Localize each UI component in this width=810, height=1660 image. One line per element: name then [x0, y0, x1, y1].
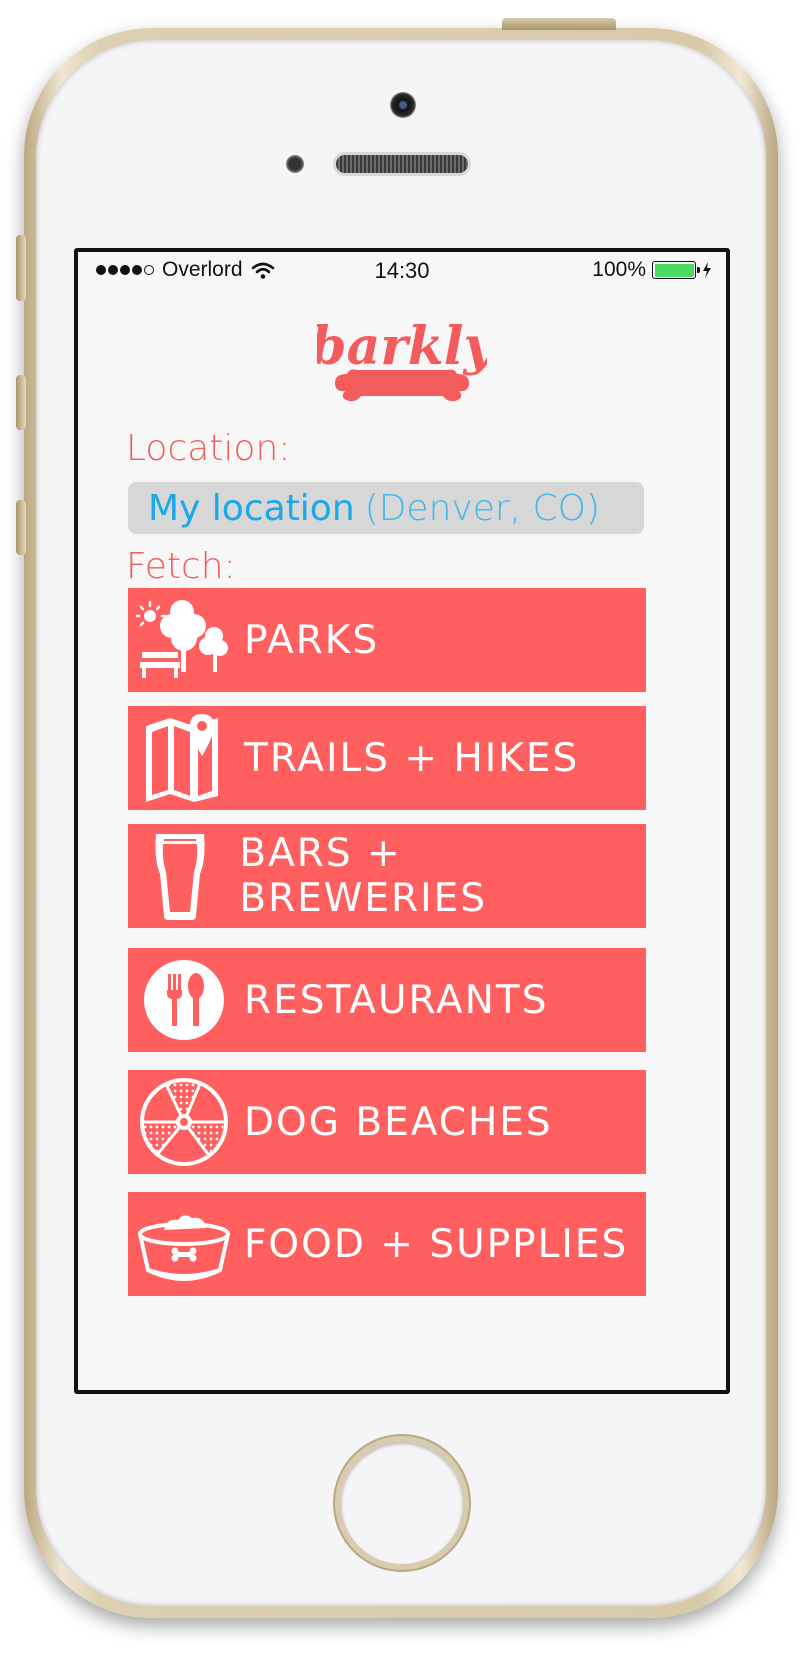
bars-breweries-label: BARS + BREWERIES [239, 831, 488, 921]
home-button[interactable] [335, 1436, 469, 1570]
dog-bowl-icon [128, 1192, 240, 1296]
location-detail: (Denver, CO) [364, 487, 601, 529]
fetch-label: Fetch: [126, 546, 236, 587]
restaurants-label: RESTAURANTS [244, 977, 549, 1023]
bars-breweries-button[interactable]: BARS + BREWERIES [128, 824, 646, 928]
speaker-grille [333, 152, 471, 176]
app-screen: Overlord 14:30 100% barkly Location: My … [74, 248, 730, 1394]
location-field[interactable]: My location (Denver, CO) [128, 482, 644, 534]
power-button [502, 18, 616, 30]
beer-glass-icon [128, 824, 235, 928]
charging-bolt-icon [703, 262, 711, 278]
location-label: Location: [126, 428, 291, 469]
parks-label: PARKS [244, 617, 380, 663]
app-logo: barkly [78, 312, 726, 407]
camera-icon [390, 92, 416, 118]
park-icon [128, 588, 240, 692]
parks-button[interactable]: PARKS [128, 588, 646, 692]
logo-text: barkly [317, 316, 487, 377]
location-value: My location [148, 487, 355, 529]
status-bar: Overlord 14:30 100% [78, 252, 726, 286]
trails-hikes-label: TRAILS + HIKES [244, 735, 580, 781]
battery-status: 100% [592, 258, 712, 282]
fork-spoon-icon [128, 948, 240, 1052]
volume-down-button [16, 500, 26, 555]
dog-beaches-label: DOG BEACHES [244, 1099, 553, 1145]
trails-hikes-button[interactable]: TRAILS + HIKES [128, 706, 646, 810]
beach-ball-icon [128, 1070, 240, 1174]
food-supplies-label: FOOD + SUPPLIES [244, 1221, 629, 1267]
battery-icon [652, 261, 700, 279]
restaurants-button[interactable]: RESTAURANTS [128, 948, 646, 1052]
food-supplies-button[interactable]: FOOD + SUPPLIES [128, 1192, 646, 1296]
sensor-icon [286, 155, 304, 173]
map-pin-icon [128, 706, 240, 810]
battery-percent: 100% [592, 258, 646, 281]
volume-up-button [16, 375, 26, 430]
mute-switch [16, 235, 26, 301]
dog-beaches-button[interactable]: DOG BEACHES [128, 1070, 646, 1174]
